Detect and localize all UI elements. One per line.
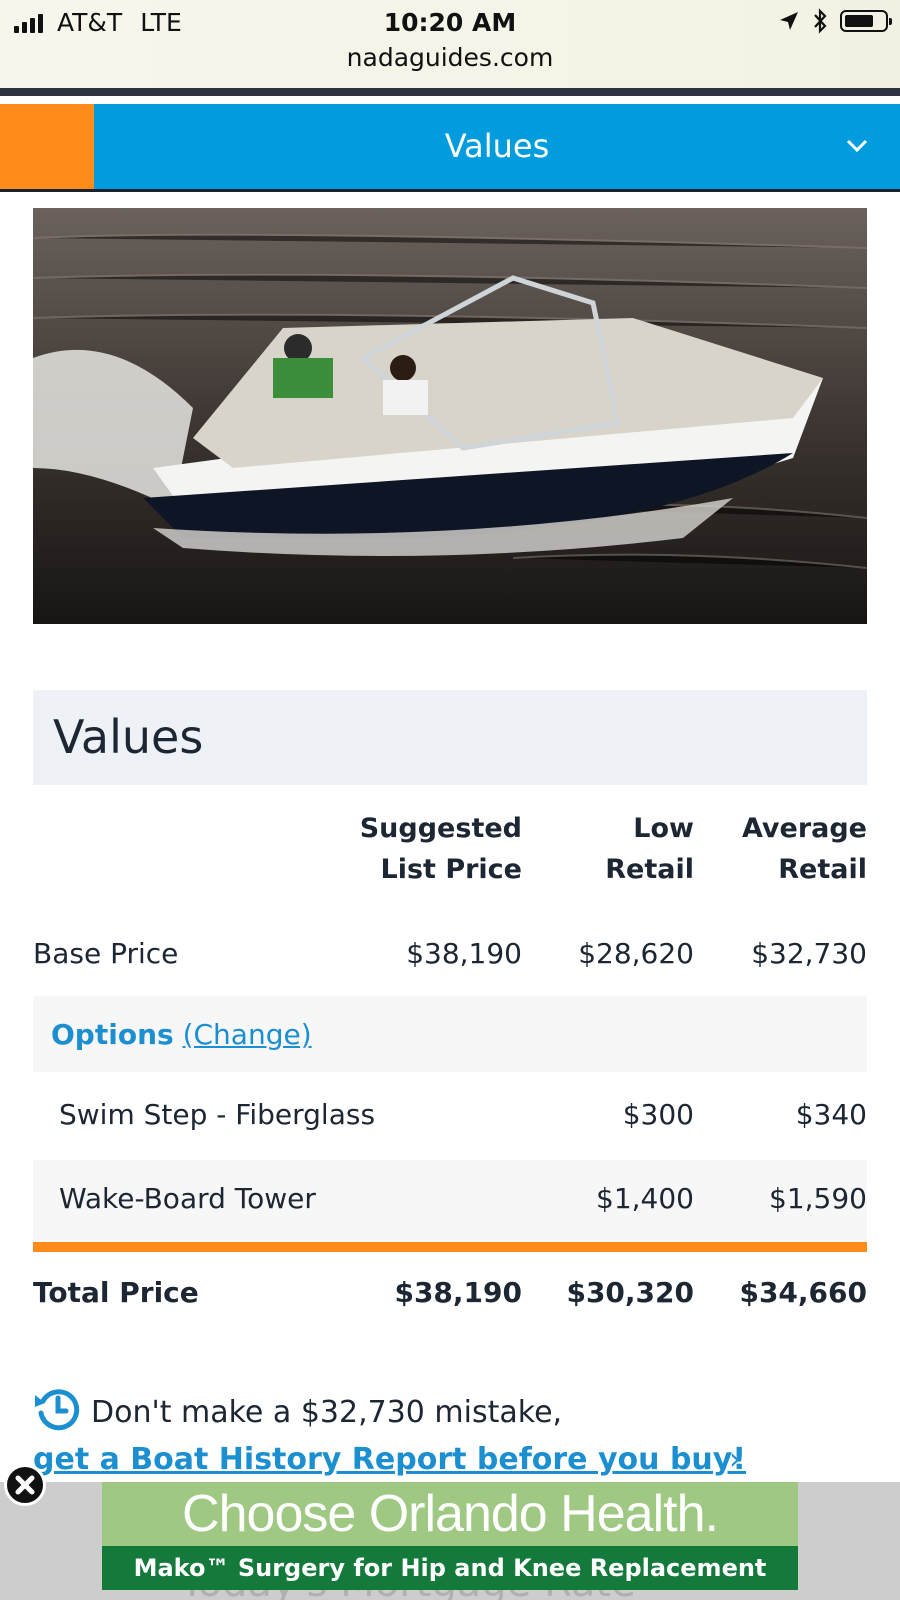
- advertisement-banner[interactable]: Choose Orlando Health. Mako™ Surgery for…: [102, 1482, 798, 1590]
- header-divider: [0, 88, 900, 96]
- base-low-value: $28,620: [578, 937, 694, 970]
- url-bar[interactable]: nadaguides.com: [0, 43, 900, 72]
- history-clock-icon: [35, 1389, 80, 1431]
- option-low-value: $1,400: [596, 1182, 694, 1215]
- col-header-low-line1: Low: [633, 813, 694, 844]
- status-bar: AT&T LTE 10:20 AM nadaguides.com: [0, 0, 900, 90]
- chevron-down-icon[interactable]: [844, 132, 870, 158]
- nav-accent-block: [0, 104, 94, 189]
- options-label: Options: [51, 1018, 174, 1051]
- status-icons: [778, 8, 892, 34]
- col-header-average-line2: Retail: [778, 854, 867, 885]
- boat-photo: [33, 208, 867, 624]
- base-average-value: $32,730: [751, 937, 867, 970]
- option-low-value: $300: [622, 1098, 694, 1131]
- ad-subline: Mako™ Surgery for Hip and Knee Replaceme…: [102, 1546, 798, 1590]
- base-suggested-value: $38,190: [406, 937, 522, 970]
- col-header-average-line1: Average: [741, 813, 867, 844]
- col-header-suggested-line2: List Price: [380, 854, 522, 885]
- option-row: Swim Step - Fiberglass $300 $340: [33, 1076, 867, 1156]
- col-header-average: Average Retail: [710, 808, 867, 890]
- base-price-label: Base Price: [33, 937, 179, 970]
- col-header-low: Low Retail: [540, 808, 694, 890]
- options-header-row: Options (Change): [33, 996, 867, 1072]
- bluetooth-icon: [814, 8, 827, 34]
- col-header-suggested-line1: Suggested: [359, 813, 522, 844]
- option-row: Wake-Board Tower $1,400 $1,590: [33, 1160, 867, 1242]
- nav-title: Values: [444, 127, 550, 165]
- values-heading: Values: [53, 710, 204, 764]
- cta-message: Don't make a $32,730 mistake,: [91, 1395, 563, 1430]
- location-arrow-icon: [780, 12, 798, 30]
- total-suggested-value: $38,190: [394, 1276, 522, 1309]
- history-report-link[interactable]: get a Boat History Report before you buy…: [33, 1442, 746, 1477]
- total-low-value: $30,320: [566, 1276, 694, 1309]
- option-average-value: $1,590: [769, 1182, 867, 1215]
- total-average-value: $34,660: [739, 1276, 867, 1309]
- close-ad-button[interactable]: [4, 1464, 46, 1506]
- col-header-suggested: Suggested List Price: [330, 808, 522, 890]
- close-icon: [15, 1475, 35, 1495]
- total-price-label: Total Price: [33, 1276, 199, 1309]
- col-header-low-line2: Retail: [605, 854, 694, 885]
- clock: 10:20 AM: [383, 8, 517, 37]
- option-average-value: $340: [795, 1098, 867, 1131]
- ad-headline: Choose Orlando Health.: [182, 1485, 719, 1543]
- total-divider: [33, 1242, 867, 1252]
- chevron-right-icon[interactable]: ›: [729, 1442, 741, 1477]
- values-header: Values: [33, 690, 867, 785]
- battery-icon: [840, 10, 892, 32]
- section-nav-dropdown[interactable]: Values: [0, 104, 900, 192]
- options-label-wrap: Options (Change): [51, 1018, 312, 1051]
- base-price-row: Base Price $38,190 $28,620 $32,730: [33, 915, 867, 991]
- change-options-link[interactable]: (Change): [183, 1018, 312, 1051]
- option-label: Swim Step - Fiberglass: [59, 1098, 376, 1131]
- option-label: Wake-Board Tower: [59, 1182, 316, 1215]
- total-price-row: Total Price $38,190 $30,320 $34,660: [33, 1252, 867, 1332]
